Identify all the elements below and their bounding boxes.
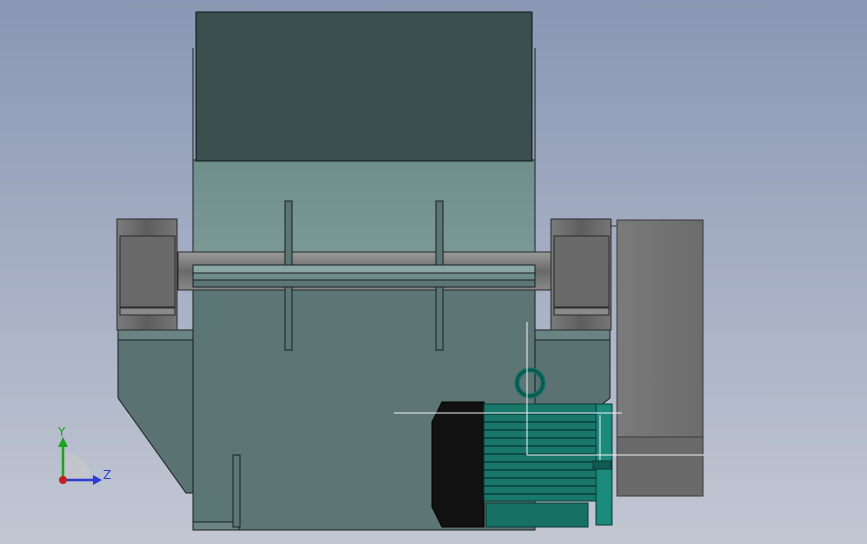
- z-axis-label: Z: [103, 468, 111, 482]
- rotor-shaft: [177, 251, 554, 291]
- crusher-model: Y Z: [57, 11, 704, 531]
- coordinate-triad: Y Z: [57, 425, 111, 485]
- triad-plane: [63, 452, 91, 480]
- x-axis-dot-icon: [59, 476, 67, 484]
- electric-motor: [431, 401, 613, 528]
- right-bearing: [550, 218, 612, 331]
- feed-hopper: [192, 11, 536, 162]
- z-axis-arrow-icon: [93, 475, 102, 485]
- cad-viewport[interactable]: Y Z: [0, 0, 867, 544]
- left-bearing: [116, 218, 178, 331]
- y-axis-label: Y: [57, 425, 66, 439]
- left-base-bracket: [117, 329, 194, 494]
